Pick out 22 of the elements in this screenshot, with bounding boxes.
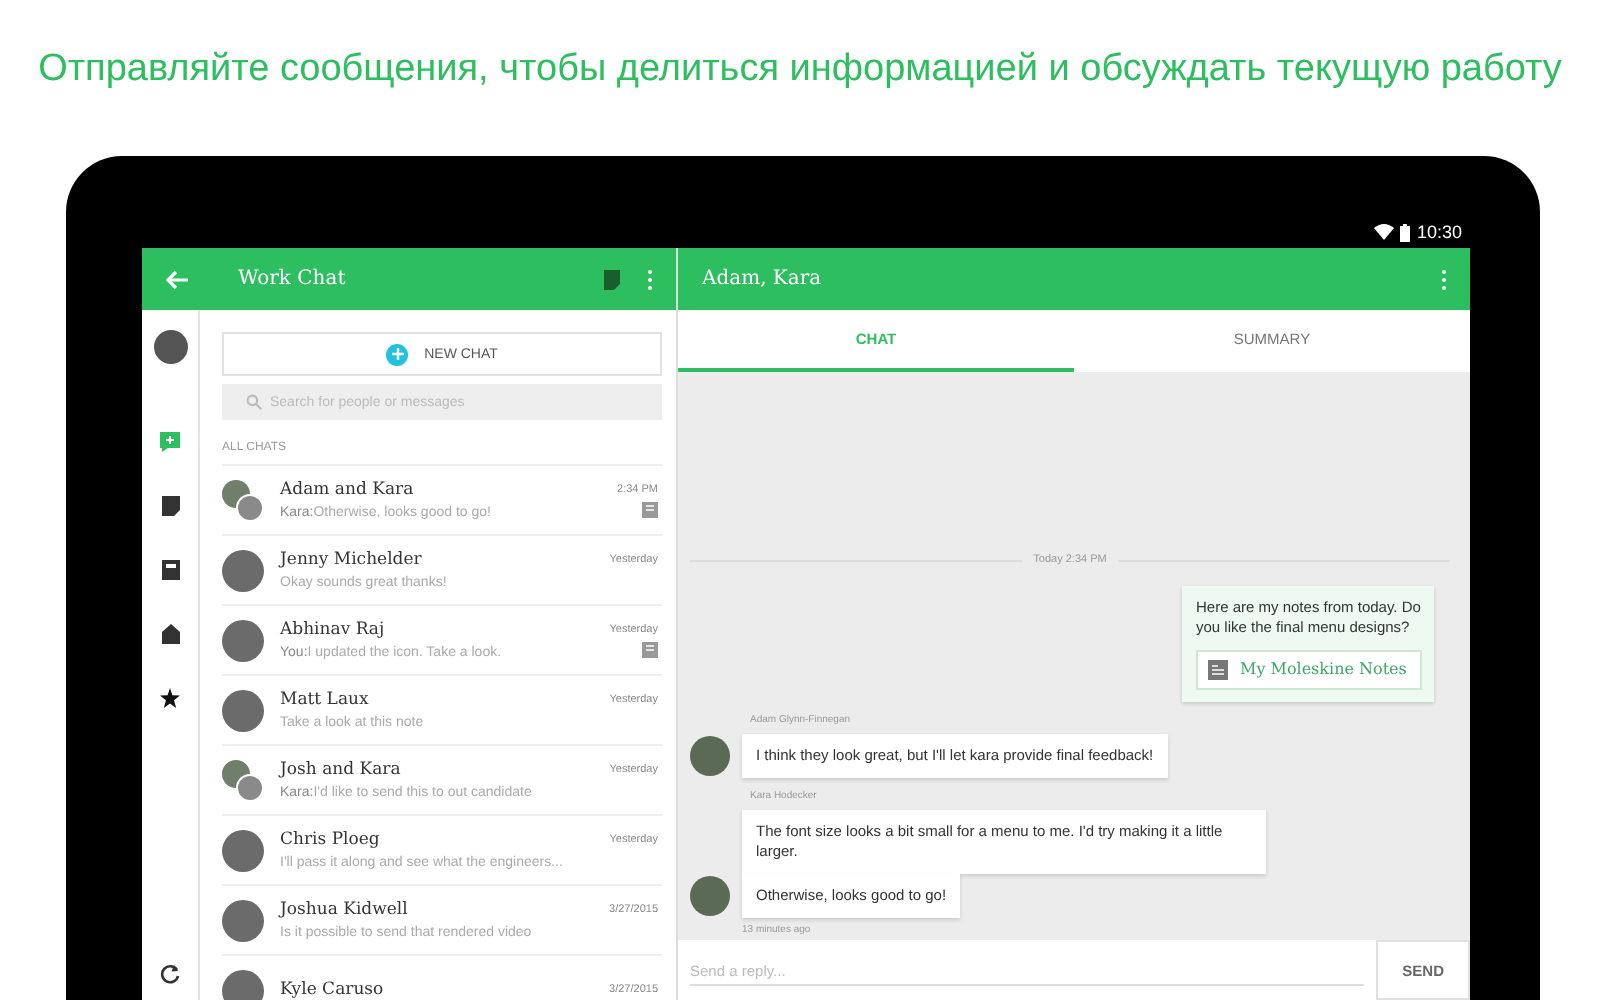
pane-title: Work Chat [238,268,348,290]
battery-icon [1400,223,1411,241]
notebook-icon[interactable] [161,560,179,580]
plus-icon [386,343,409,365]
contact-name: Josh and Kara [280,760,401,780]
contact-name: Kyle Caruso [280,980,384,1000]
headline: Отправляйте сообщения, чтобы делиться информацией и обсуждать текущую работу [36,46,1564,94]
contact-name: Joshua Kidwell [280,900,408,920]
status-time: 10:30 [1416,222,1462,242]
note-icon[interactable] [161,496,179,516]
star-icon[interactable] [160,688,180,708]
conversation-title: Adam, Kara [702,268,824,290]
wifi-icon [1374,224,1395,240]
contact-name: Abhinav Raj [280,620,385,640]
sync-icon[interactable] [160,964,180,984]
note-icon [1208,659,1228,679]
contact-name: Jenny Michelder [280,550,422,570]
user-avatar[interactable] [153,330,187,364]
contact-name: Matt Laux [280,690,369,710]
contact-name: Adam and Kara [280,480,414,500]
search-icon [246,394,262,410]
contact-name: Chris Ploeg [280,830,380,850]
